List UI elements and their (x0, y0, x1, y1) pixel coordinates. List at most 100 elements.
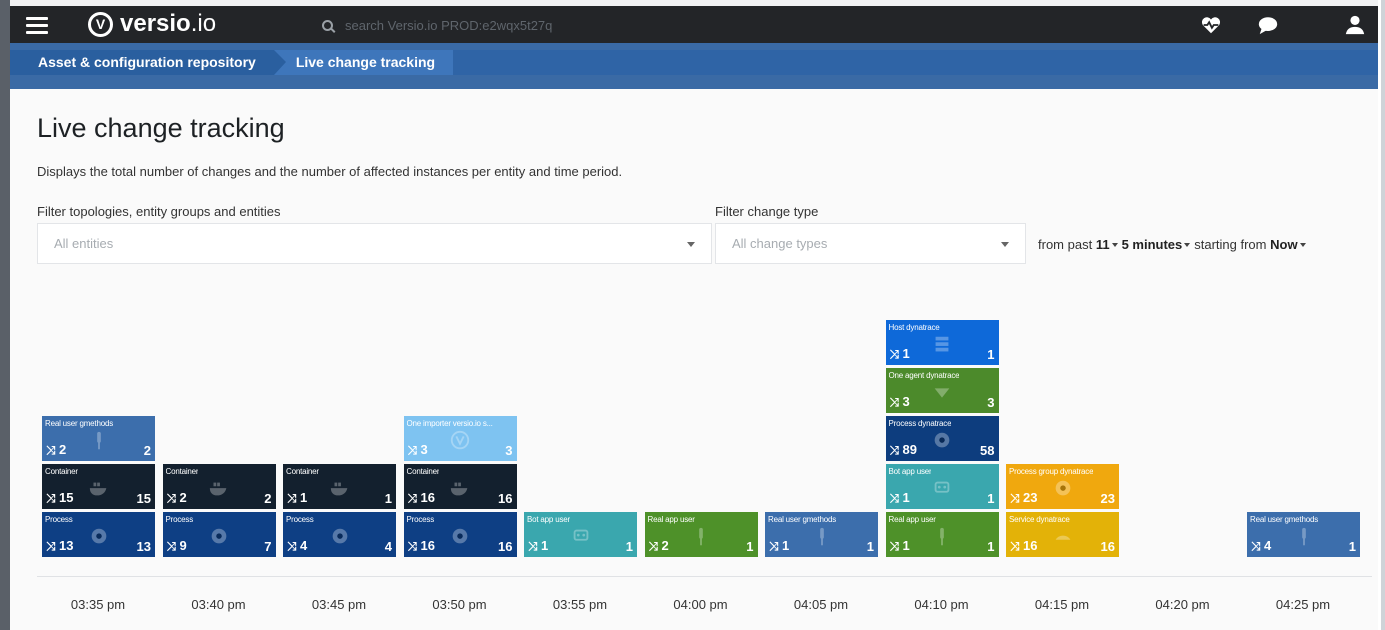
tile-instances-count: 23 (1100, 491, 1115, 506)
breadcrumb-asset-repository[interactable]: Asset & configuration repository (10, 50, 286, 75)
tile-instances-count: 16 (498, 491, 513, 506)
timeline-axis (37, 576, 1372, 577)
time-label: 04:10 pm (914, 597, 969, 612)
tile-changes: ⤨ 1 (287, 490, 307, 506)
change-tile[interactable]: One agent dynatrace ⤨ 3 3 (885, 368, 999, 413)
change-tile[interactable]: Bot app user ⤨ 1 1 (885, 464, 999, 509)
user-icon (699, 527, 703, 545)
tile-changes: ⤨ 16 (408, 490, 435, 506)
hamburger-menu-icon[interactable] (26, 17, 48, 34)
change-tile[interactable]: Container ⤨ 1 1 (283, 464, 396, 509)
time-label: 04:05 pm (793, 597, 849, 612)
caret-down-icon (1184, 242, 1191, 247)
change-tile[interactable]: Container ⤨ 15 15 (42, 464, 155, 509)
change-tile[interactable]: Real app user ⤨ 2 1 (644, 512, 758, 557)
tile-changes: ⤨ 3 (408, 442, 428, 458)
shuffle-icon: ⤨ (1010, 539, 1020, 553)
tile-instances-count: 4 (384, 539, 392, 554)
tile-changes-count: 1 (300, 490, 308, 505)
tile-entity-name: Process (286, 515, 314, 524)
tile-changes-count: 16 (420, 490, 435, 505)
change-tile[interactable]: Process ⤨ 9 7 (162, 512, 276, 557)
entities-filter-dropdown[interactable]: All entities (37, 223, 712, 264)
tile-entity-name: One agent dynatrace (888, 371, 960, 380)
change-type-filter-dropdown[interactable]: All change types (715, 223, 1026, 264)
change-tile[interactable]: Real app user ⤨ 1 1 (885, 512, 999, 557)
shuffle-icon: ⤨ (287, 539, 297, 553)
period-prefix: from past (1038, 237, 1093, 252)
tile-instances-count: 16 (498, 539, 513, 554)
tile-changes: ⤨ 1 (528, 538, 548, 554)
tile-entity-name: Process dynatrace (888, 419, 952, 428)
tile-entity-name: Host dynatrace (888, 323, 940, 332)
change-tile[interactable]: Process ⤨ 16 16 (403, 512, 517, 557)
change-type-filter-placeholder: All change types (732, 236, 828, 251)
user-icon (96, 431, 101, 449)
change-tile[interactable]: One importer versio.io s... ⤨ 3 3 (403, 416, 517, 461)
change-tile[interactable]: Service dynatrace ⤨ 16 16 (1006, 512, 1119, 557)
logo-text-light: .io (190, 10, 217, 37)
tile-instances-count: 1 (987, 347, 995, 362)
user-icon (819, 527, 824, 545)
tile-changes: ⤨ 15 (46, 490, 73, 506)
agent-icon (934, 387, 950, 398)
gear-icon (211, 528, 227, 543)
tile-changes-count: 23 (1023, 490, 1038, 505)
tile-instances-count: 3 (987, 395, 995, 410)
period-count-dropdown[interactable]: 11 (1096, 237, 1110, 252)
change-tile[interactable]: Process ⤨ 13 13 (42, 512, 155, 557)
change-tile[interactable]: Container ⤨ 16 16 (403, 464, 517, 509)
tile-changes-count: 4 (1264, 538, 1272, 553)
tile-instances-count: 1 (625, 539, 633, 554)
time-label: 03:50 pm (432, 597, 487, 612)
tile-changes: ⤨ 2 (167, 490, 187, 506)
gear-icon (934, 432, 950, 447)
tile-changes-count: 2 (661, 538, 669, 553)
tile-changes: ⤨ 1 (890, 538, 910, 554)
page-description: Displays the total number of changes and… (37, 164, 623, 179)
change-tile[interactable]: Container ⤨ 2 2 (162, 464, 276, 509)
tile-changes: ⤨ 1 (890, 346, 910, 362)
tile-entity-name: Bot app user (527, 515, 570, 524)
period-start-dropdown[interactable]: Now (1270, 237, 1297, 252)
shuffle-icon: ⤨ (407, 491, 418, 505)
tile-entity-name: Container (45, 467, 78, 476)
change-tile[interactable]: Real user gmethods ⤨ 2 2 (42, 416, 155, 461)
shuffle-icon: ⤨ (46, 491, 56, 505)
tile-entity-name: Real user gmethods (1250, 515, 1318, 524)
search-box[interactable]: search Versio.io PROD:e2wqx5t27q (322, 15, 682, 35)
heart-pulse-icon[interactable] (1200, 14, 1222, 36)
breadcrumb-live-change-tracking[interactable]: Live change tracking (273, 50, 454, 75)
tile-instances-count: 1 (746, 539, 754, 554)
shuffle-icon: ⤨ (889, 491, 900, 505)
app-logo[interactable]: V versio .io (88, 9, 216, 39)
chat-icon[interactable] (1257, 14, 1279, 36)
change-tile[interactable]: Process ⤨ 4 4 (283, 512, 396, 557)
tile-instances-count: 7 (264, 539, 272, 554)
tile-changes: ⤨ 4 (1251, 538, 1271, 554)
docker-icon (89, 482, 106, 495)
tile-entity-name: Container (286, 467, 319, 476)
tile-entity-name: Real app user (888, 515, 936, 524)
user-icon (940, 527, 944, 545)
change-tile[interactable]: Real user gmethods ⤨ 1 1 (765, 512, 878, 557)
tile-instances-count: 13 (136, 539, 151, 554)
robot-icon (573, 529, 588, 541)
tile-instances-count: 15 (136, 491, 151, 506)
change-tile[interactable]: Process group dynatrace ⤨ 23 23 (1006, 464, 1119, 509)
gear-icon (452, 528, 468, 543)
change-tile[interactable]: Host dynatrace ⤨ 1 1 (885, 320, 999, 365)
tile-changes: ⤨ 2 (46, 442, 66, 458)
period-unit-dropdown[interactable]: 5 minutes (1122, 237, 1183, 252)
tile-changes-count: 1 (902, 490, 910, 505)
search-icon (322, 19, 333, 31)
shuffle-icon: ⤨ (1251, 539, 1261, 553)
change-tile[interactable]: Real user gmethods ⤨ 4 1 (1247, 512, 1360, 557)
user-profile-icon[interactable] (1344, 14, 1366, 36)
change-tile[interactable]: Process dynatrace ⤨ 89 58 (885, 416, 999, 461)
change-tile[interactable]: Bot app user ⤨ 1 1 (524, 512, 637, 557)
docker-icon (450, 482, 468, 495)
shuffle-icon: ⤨ (889, 443, 900, 457)
tile-instances-count: 1 (1348, 539, 1356, 554)
server-icon (935, 336, 949, 351)
